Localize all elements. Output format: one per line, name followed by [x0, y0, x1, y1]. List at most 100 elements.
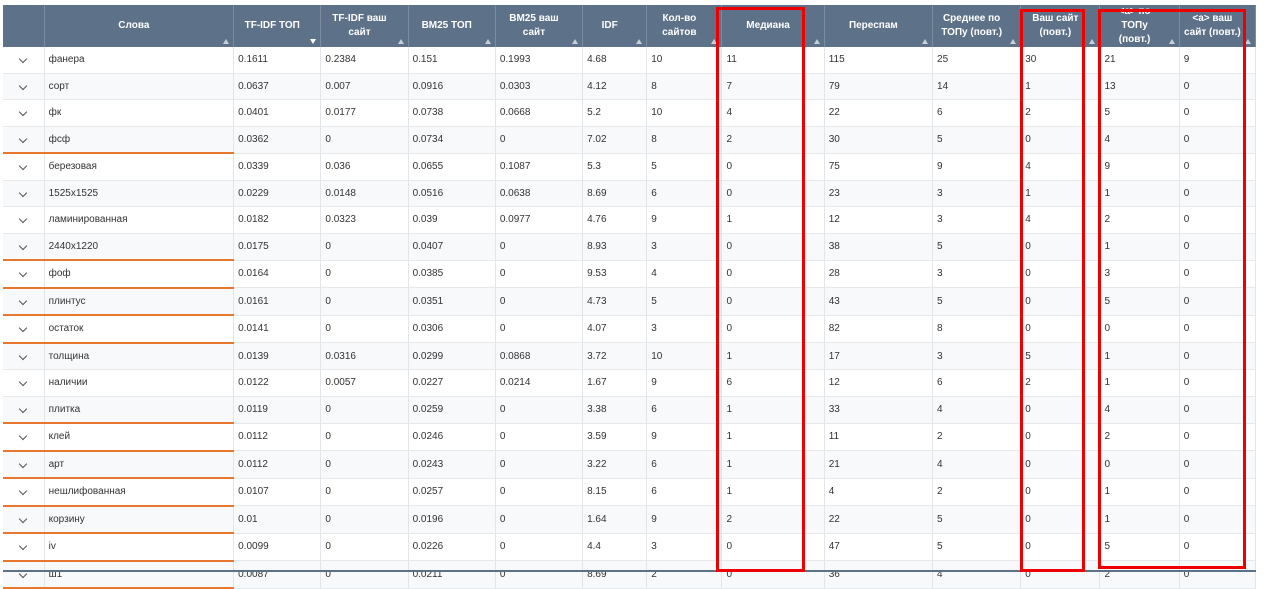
sort-icon[interactable]	[813, 39, 820, 44]
cell-sites: 3	[646, 533, 723, 561]
column-header-tfidf-top[interactable]: TF-IDF ТОП	[233, 5, 322, 47]
cell-sites: 9	[646, 505, 723, 534]
cell-bm25-top: 0.0351	[408, 287, 496, 316]
cell-tfidf-top: 0.0112	[233, 450, 322, 479]
column-header-bm25-top[interactable]: BM25 ТОП	[408, 5, 496, 47]
cell-tfidf-top: 0.0175	[233, 233, 322, 261]
chevron-down-icon	[19, 55, 28, 64]
table-row: фанера 0.1611 0.2384 0.151 0.1993 4.68 10 11 115…	[3, 47, 1257, 74]
cell-avg-top: 4	[932, 450, 1022, 479]
sort-icon[interactable]	[1089, 39, 1096, 44]
cell-overspam: 36	[824, 560, 934, 589]
expand-row-toggle[interactable]	[3, 287, 45, 316]
table-row: ламинированная 0.0182 0.0323 0.039 0.0977 4.7…	[3, 206, 1257, 234]
column-header-idf[interactable]: IDF	[582, 5, 648, 47]
cell-tfidf-top: 0.0164	[233, 260, 322, 288]
sort-icon[interactable]	[1245, 39, 1251, 44]
expand-row-toggle[interactable]	[3, 126, 45, 154]
cell-tfidf-top: 0.0401	[233, 99, 322, 127]
cell-tfidf-top: 0.0339	[233, 153, 322, 181]
cell-median: 6	[721, 369, 825, 397]
cell-word: фоф	[44, 260, 235, 289]
word-stats-table-container: Слова TF-IDF ТОП TF-IDF ваш сайт BM25 ТОП BM…	[3, 5, 1260, 589]
expand-row-toggle[interactable]	[3, 47, 45, 74]
expand-row-toggle[interactable]	[3, 206, 45, 234]
cell-word: сорт	[44, 73, 235, 100]
table-row: клей 0.0112 0 0.0246 0 3.59 9 1 11 2 0 2 0	[3, 423, 1257, 452]
cell-overspam: 75	[824, 153, 934, 181]
column-header-sites[interactable]: Кол-во сайтов	[646, 5, 723, 47]
column-header-overspam[interactable]: Переспам	[824, 5, 934, 47]
sort-icon[interactable]	[711, 39, 718, 44]
column-header-bm25-site[interactable]: BM25 ваш сайт	[495, 5, 584, 47]
chevron-down-icon	[19, 215, 28, 224]
cell-tfidf-top: 0.0141	[233, 315, 322, 343]
expand-row-toggle[interactable]	[3, 153, 45, 181]
sort-icon[interactable]	[922, 39, 929, 44]
cell-median: 1	[721, 450, 825, 479]
sort-icon[interactable]	[572, 39, 579, 44]
sort-icon[interactable]	[1168, 39, 1175, 44]
cell-tfidf-site: 0.0057	[320, 369, 409, 397]
expand-row-toggle[interactable]	[3, 450, 45, 479]
cell-sites: 10	[646, 99, 723, 127]
cell-overspam: 12	[824, 206, 934, 234]
sort-icon[interactable]	[484, 39, 491, 44]
expand-row-toggle[interactable]	[3, 342, 45, 370]
cell-bm25-top: 0.0407	[408, 233, 496, 261]
cell-overspam: 33	[824, 396, 934, 424]
cell-bm25-site: 0	[495, 505, 584, 534]
cell-bm25-site: 0.0977	[495, 206, 584, 234]
expand-row-toggle[interactable]	[3, 396, 45, 424]
cell-a-top: 0	[1099, 315, 1180, 343]
cell-your-site: 30	[1020, 47, 1101, 74]
column-header-avg-top[interactable]: Среднее по ТОПу (повт.)	[932, 5, 1022, 47]
expand-row-toggle[interactable]	[3, 560, 45, 589]
column-header-your-site[interactable]: Ваш сайт (повт.)	[1020, 5, 1101, 47]
cell-bm25-top: 0.151	[408, 47, 496, 74]
column-header-label: Кол-во сайтов	[662, 13, 697, 38]
sort-icon[interactable]	[397, 39, 404, 44]
expand-row-toggle[interactable]	[3, 73, 45, 100]
expand-row-toggle[interactable]	[3, 180, 45, 207]
expand-row-toggle[interactable]	[3, 233, 45, 261]
expand-row-toggle[interactable]	[3, 478, 45, 507]
expand-row-toggle[interactable]	[3, 99, 45, 127]
expand-row-toggle[interactable]	[3, 315, 45, 344]
cell-overspam: 47	[824, 533, 934, 561]
header-row: Слова TF-IDF ТОП TF-IDF ваш сайт BM25 ТОП BM…	[3, 5, 1257, 47]
chevron-down-icon	[19, 542, 28, 551]
expand-row-toggle[interactable]	[3, 533, 45, 562]
column-header-tfidf-site[interactable]: TF-IDF ваш сайт	[320, 5, 409, 47]
cell-word: iv	[44, 533, 235, 562]
cell-sites: 3	[646, 315, 723, 343]
expand-row-toggle[interactable]	[3, 369, 45, 397]
cell-bm25-top: 0.0246	[408, 423, 496, 451]
cell-idf: 8.93	[582, 233, 648, 261]
cell-tfidf-site: 0	[320, 233, 409, 261]
cell-avg-top: 5	[932, 533, 1022, 561]
cell-tfidf-top: 0.0119	[233, 396, 322, 424]
column-header-word[interactable]: Слова	[44, 5, 235, 47]
cell-word: 1525x1525	[44, 180, 235, 207]
chevron-down-icon	[19, 514, 28, 523]
cell-a-site: 0	[1179, 315, 1257, 343]
sort-icon[interactable]	[223, 39, 230, 44]
table-row: фк 0.0401 0.0177 0.0738 0.0668 5.2 10 4 22 6 2 5 0	[3, 99, 1257, 127]
cell-word: плитка	[44, 396, 235, 424]
sort-icon[interactable]	[1010, 39, 1017, 44]
table-row: арт 0.0112 0 0.0243 0 3.22 6 1 21 4 0 0 0	[3, 450, 1257, 479]
chevron-down-icon	[19, 351, 28, 360]
cell-avg-top: 3	[932, 260, 1022, 288]
expand-row-toggle[interactable]	[3, 260, 45, 289]
sort-icon[interactable]	[636, 39, 643, 44]
column-header-median[interactable]: Медиана	[721, 5, 825, 47]
cell-a-site: 0	[1179, 423, 1257, 451]
cell-your-site: 4	[1020, 206, 1101, 234]
column-header-a-site[interactable]: <a> ваш сайт (повт.)	[1179, 5, 1257, 47]
sort-desc-icon[interactable]	[310, 39, 317, 44]
cell-your-site: 1	[1020, 73, 1101, 100]
column-header-a-top[interactable]: <a> по ТОПу (повт.)	[1099, 5, 1180, 47]
expand-row-toggle[interactable]	[3, 505, 45, 534]
expand-row-toggle[interactable]	[3, 423, 45, 452]
